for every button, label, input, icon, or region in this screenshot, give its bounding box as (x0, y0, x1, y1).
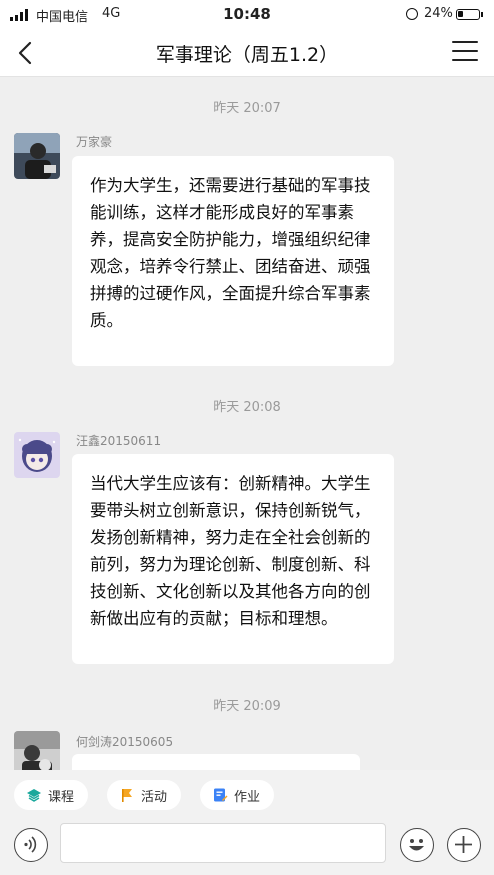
activity-button[interactable]: 活动 (107, 780, 182, 810)
anime-avatar (14, 432, 60, 478)
avatar[interactable] (14, 432, 60, 478)
quick-action-bar: 课程 活动 作业 (0, 770, 494, 820)
course-label: 课程 (48, 789, 75, 805)
hamburger-menu-icon (452, 41, 478, 43)
sender-name: 汪鑫20150611 (76, 434, 162, 448)
plus-icon (455, 836, 472, 853)
chat-screen: 中国电信 4G 10:48 24% 军事理论（周五1.2） 昨天 20:07 万… (0, 0, 494, 875)
emoji-button[interactable] (400, 828, 434, 862)
activity-label: 活动 (141, 789, 168, 805)
emoji-icon (409, 839, 424, 851)
battery-icon (456, 9, 480, 20)
activity-flag-icon (119, 787, 135, 803)
course-button[interactable]: 课程 (14, 780, 89, 810)
message-input[interactable] (60, 823, 386, 863)
message-timestamp: 昨天 20:07 (213, 101, 281, 116)
rotation-lock-icon (406, 8, 418, 20)
status-time: 10:48 (223, 5, 271, 23)
homework-icon (212, 787, 228, 803)
status-bar: 中国电信 4G 10:48 24% (0, 0, 494, 30)
battery-cap (481, 12, 483, 17)
homework-label: 作业 (234, 789, 261, 805)
message-bubble[interactable]: 作为大学生，还需要进行基础的军事技能训练，这样才能形成良好的军事素养，提高安全防… (72, 156, 394, 366)
input-bar (0, 820, 494, 875)
voice-button[interactable] (14, 828, 48, 862)
homework-button[interactable]: 作业 (200, 780, 275, 810)
page-title: 军事理论（周五1.2） (155, 44, 339, 66)
voice-icon (24, 836, 37, 853)
avatar[interactable] (14, 133, 60, 179)
add-button[interactable] (447, 828, 481, 862)
menu-button[interactable] (452, 41, 478, 65)
battery-level (458, 11, 463, 17)
battery-percent: 24% (424, 6, 453, 21)
nav-bar: 军事理论（周五1.2） (0, 30, 494, 77)
user-photo-avatar (14, 133, 60, 179)
message-bubble[interactable]: 当代大学生应该有：创新精神。大学生要带头树立创新意识，保持创新锐气，发扬创新精神… (72, 454, 394, 664)
sender-name: 万家豪 (76, 135, 113, 149)
message-timestamp: 昨天 20:09 (213, 699, 281, 714)
course-icon (26, 787, 42, 803)
message-timestamp: 昨天 20:08 (213, 400, 281, 415)
sender-name: 何剑涛20150605 (76, 735, 174, 749)
